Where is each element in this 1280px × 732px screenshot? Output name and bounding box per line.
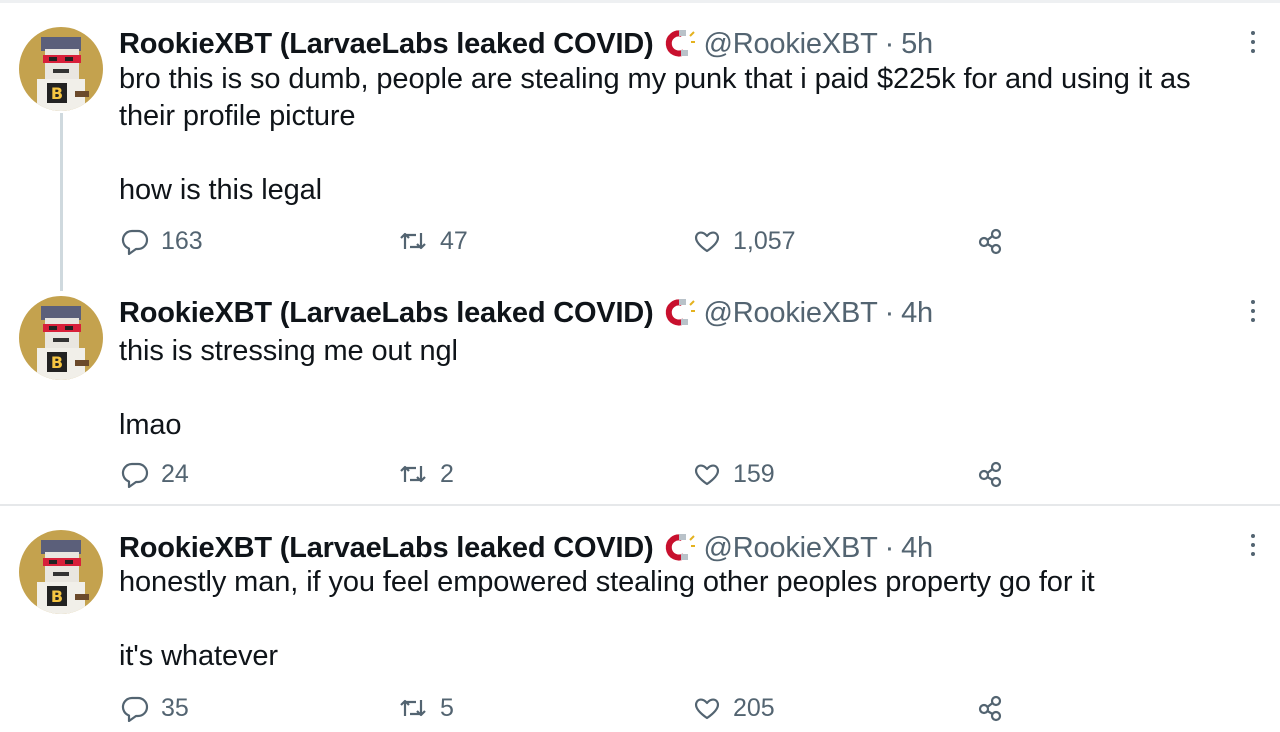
separator-dot: · <box>884 532 895 564</box>
like-button[interactable]: 205 <box>693 688 775 728</box>
retweet-count: 5 <box>440 693 454 722</box>
display-name[interactable]: RookieXBT (LarvaeLabs leaked COVID) <box>119 295 654 331</box>
display-name[interactable]: RookieXBT (LarvaeLabs leaked COVID) <box>119 26 654 62</box>
tweet-header: RookieXBT (LarvaeLabs leaked COVID) @Roo… <box>119 295 933 331</box>
reply-count: 163 <box>161 226 203 255</box>
share-button[interactable] <box>976 454 1004 494</box>
reply-count: 24 <box>161 459 189 488</box>
action-bar: 163 47 1,057 <box>0 221 1280 261</box>
reply-icon <box>121 460 149 488</box>
reply-button[interactable]: 24 <box>121 454 189 494</box>
retweet-button[interactable]: 5 <box>398 688 454 728</box>
reply-count: 35 <box>161 693 189 722</box>
punk-avatar-icon: B <box>19 27 103 111</box>
like-button[interactable]: 1,057 <box>693 221 796 261</box>
share-icon <box>976 694 1004 722</box>
separator-dot: · <box>884 28 895 60</box>
avatar[interactable]: B <box>19 530 103 614</box>
punk-avatar-icon: B <box>19 296 103 380</box>
svg-text:B: B <box>51 353 63 372</box>
retweet-icon <box>398 694 428 722</box>
display-name[interactable]: RookieXBT (LarvaeLabs leaked COVID) <box>119 530 654 566</box>
retweet-count: 47 <box>440 226 468 255</box>
svg-text:B: B <box>51 587 63 606</box>
share-button[interactable] <box>976 221 1004 261</box>
magnet-icon <box>662 297 696 329</box>
timestamp[interactable]: 5h <box>901 26 933 62</box>
tweet-text: honestly man, if you feel empowered stea… <box>119 566 1095 672</box>
more-options-icon[interactable] <box>1249 298 1257 324</box>
avatar[interactable]: B <box>19 27 103 111</box>
handle[interactable]: @RookieXBT <box>704 530 878 566</box>
retweet-button[interactable]: 47 <box>398 221 468 261</box>
share-button[interactable] <box>976 688 1004 728</box>
retweet-button[interactable]: 2 <box>398 454 454 494</box>
punk-avatar-icon: B <box>19 530 103 614</box>
like-count: 159 <box>733 459 775 488</box>
tweet-header: RookieXBT (LarvaeLabs leaked COVID) @Roo… <box>119 530 933 566</box>
timestamp[interactable]: 4h <box>901 530 933 566</box>
share-icon <box>976 227 1004 255</box>
action-bar: 35 5 205 <box>0 688 1280 728</box>
timestamp[interactable]: 4h <box>901 295 933 331</box>
separator-dot: · <box>884 297 895 329</box>
like-count: 205 <box>733 693 775 722</box>
heart-icon <box>693 460 721 488</box>
more-options-icon[interactable] <box>1249 29 1257 55</box>
retweet-icon <box>398 460 428 488</box>
tweet-text: this is stressing me out ngl lmao <box>119 335 458 441</box>
reply-button[interactable]: 35 <box>121 688 189 728</box>
heart-icon <box>693 694 721 722</box>
retweet-count: 2 <box>440 459 454 488</box>
like-button[interactable]: 159 <box>693 454 775 494</box>
reply-icon <box>121 694 149 722</box>
heart-icon <box>693 227 721 255</box>
tweet[interactable]: B RookieXBT (LarvaeLabs leaked COVID) @R… <box>0 3 1280 271</box>
reply-icon <box>121 227 149 255</box>
like-count: 1,057 <box>733 226 796 255</box>
tweet-text: bro this is so dumb, people are stealing… <box>119 63 1191 206</box>
share-icon <box>976 460 1004 488</box>
magnet-icon <box>662 532 696 564</box>
magnet-icon <box>662 28 696 60</box>
retweet-icon <box>398 227 428 255</box>
svg-text:B: B <box>51 84 63 103</box>
action-bar: 24 2 159 <box>0 454 1280 494</box>
tweet[interactable]: B RookieXBT (LarvaeLabs leaked COVID) @R… <box>0 271 1280 504</box>
tweet[interactable]: B RookieXBT (LarvaeLabs leaked COVID) @R… <box>0 506 1280 732</box>
avatar[interactable]: B <box>19 296 103 380</box>
reply-button[interactable]: 163 <box>121 221 203 261</box>
handle[interactable]: @RookieXBT <box>704 26 878 62</box>
tweet-header: RookieXBT (LarvaeLabs leaked COVID) @Roo… <box>119 26 933 62</box>
more-options-icon[interactable] <box>1249 532 1257 558</box>
handle[interactable]: @RookieXBT <box>704 295 878 331</box>
